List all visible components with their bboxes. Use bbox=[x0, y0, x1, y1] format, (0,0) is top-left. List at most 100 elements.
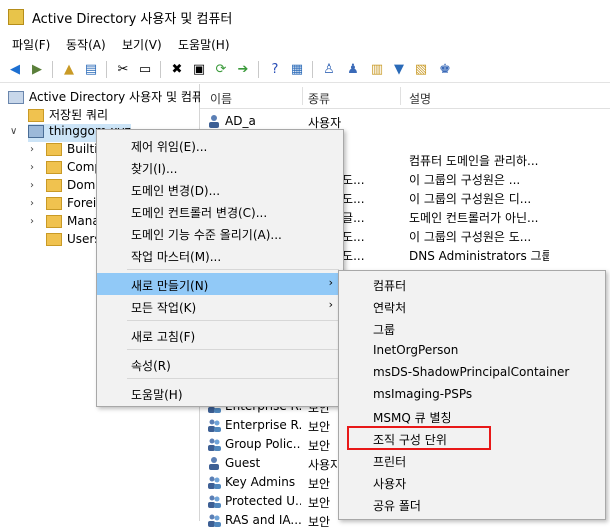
tree-item-managed[interactable]: Mana bbox=[46, 214, 100, 232]
tree-saved-queries[interactable]: 저장된 쿼리 bbox=[28, 106, 108, 124]
tree-root-label: Active Directory 사용자 및 컴퓨 bbox=[29, 90, 203, 104]
new-submenu: 컴퓨터 연락처 그룹 InetOrgPerson msDS-ShadowPrin… bbox=[338, 270, 606, 520]
toolbar-separator bbox=[258, 61, 259, 78]
row-name: RAS and IA... bbox=[225, 513, 301, 527]
chevron-down-icon[interactable]: ∨ bbox=[10, 126, 17, 137]
column-desc[interactable]: 설명 bbox=[409, 90, 431, 107]
row-name: AD_a bbox=[225, 114, 256, 128]
chevron-right-icon[interactable]: › bbox=[30, 180, 34, 191]
export-icon[interactable]: ➔ bbox=[234, 60, 252, 78]
submenu-item-group[interactable]: 그룹 bbox=[339, 317, 605, 339]
group-icon bbox=[207, 494, 222, 509]
filter-icon[interactable]: ▼ bbox=[390, 60, 408, 78]
new-user-icon[interactable]: ♙ bbox=[320, 60, 338, 78]
help-icon[interactable]: ? bbox=[266, 60, 284, 78]
submenu-item-msimaging[interactable]: msImaging-PSPs bbox=[339, 383, 605, 405]
row-name: Guest bbox=[225, 456, 261, 470]
window-title: Active Directory 사용자 및 컴퓨터 bbox=[32, 12, 233, 27]
menu-item-properties[interactable]: 속성(R) bbox=[97, 353, 343, 375]
submenu-item-contact[interactable]: 연락처 bbox=[339, 295, 605, 317]
toolbar-separator bbox=[52, 61, 53, 78]
toolbar-separator bbox=[160, 61, 161, 78]
console-tree-icon[interactable]: ▤ bbox=[82, 60, 100, 78]
details-icon[interactable]: ▦ bbox=[288, 60, 306, 78]
menu-item-new[interactable]: 새로 만들기(N) › bbox=[97, 273, 343, 295]
menu-item-find[interactable]: 찾기(I)... bbox=[97, 156, 343, 178]
new-ou-icon[interactable]: ▥ bbox=[368, 60, 386, 78]
tree-root[interactable]: Active Directory 사용자 및 컴퓨 bbox=[8, 88, 203, 106]
delete-icon[interactable]: ✖ bbox=[168, 60, 186, 78]
menu-item-help[interactable]: 도움말(H) bbox=[97, 382, 343, 404]
refresh-icon[interactable]: ⟳ bbox=[212, 60, 230, 78]
menu-item-operations-masters[interactable]: 작업 마스터(M)... bbox=[97, 244, 343, 266]
menu-item-delegate[interactable]: 제어 위임(E)... bbox=[97, 134, 343, 156]
menu-separator bbox=[127, 269, 339, 270]
chevron-right-icon[interactable]: › bbox=[30, 162, 34, 173]
row-description: 이 그룹의 구성원은 도... bbox=[409, 230, 532, 244]
menu-item-refresh[interactable]: 새로 고침(F) bbox=[97, 324, 343, 346]
column-name[interactable]: 이름 bbox=[210, 90, 232, 107]
submenu-item-msmq[interactable]: MSMQ 큐 별칭 bbox=[339, 405, 605, 427]
menu-item-change-domain[interactable]: 도메인 변경(D)... bbox=[97, 178, 343, 200]
column-separator[interactable] bbox=[400, 87, 401, 105]
add-to-group-icon[interactable]: ♚ bbox=[436, 60, 454, 78]
submenu-item-computer[interactable]: 컴퓨터 bbox=[339, 273, 605, 295]
toolbar: ◀ ▶ ▲ ▤ ✂ ▭ ✖ ▣ ⟳ ➔ ? ▦ ♙ ♟ ▥ ▼ ▧ ♚ bbox=[0, 56, 610, 83]
column-type[interactable]: 종류 bbox=[308, 90, 330, 107]
menu-item-label: InetOrgPerson bbox=[373, 343, 459, 357]
submenu-item-inetorgperson[interactable]: InetOrgPerson bbox=[339, 339, 605, 361]
tree-item-users[interactable]: Users bbox=[46, 232, 101, 250]
menu-view[interactable]: 보기(V) bbox=[122, 36, 162, 53]
chevron-right-icon[interactable]: › bbox=[30, 198, 34, 209]
group-icon bbox=[207, 475, 222, 490]
column-separator[interactable] bbox=[302, 87, 303, 105]
clipboard-icon[interactable]: ▭ bbox=[136, 60, 154, 78]
submenu-item-printer[interactable]: 프린터 bbox=[339, 449, 605, 471]
row-name: Enterprise R... bbox=[225, 418, 301, 432]
chevron-right-icon[interactable]: › bbox=[30, 216, 34, 227]
menu-item-label: 그룹 bbox=[373, 323, 396, 337]
domain-icon bbox=[28, 125, 44, 138]
submenu-arrow-icon: › bbox=[328, 298, 333, 311]
menu-item-label: 공유 폴더 bbox=[373, 499, 421, 513]
submenu-item-shared-folder[interactable]: 공유 폴더 bbox=[339, 493, 605, 515]
forward-arrow-icon[interactable]: ▶ bbox=[28, 60, 46, 78]
folder-icon bbox=[46, 197, 62, 210]
menu-item-all-tasks[interactable]: 모든 작업(K) › bbox=[97, 295, 343, 317]
menu-file[interactable]: 파일(F) bbox=[12, 36, 50, 53]
user-icon bbox=[207, 114, 222, 129]
menu-item-raise-level[interactable]: 도메인 기능 수준 올리기(A)... bbox=[97, 222, 343, 244]
tree-item-computers[interactable]: Comp bbox=[46, 160, 102, 178]
submenu-item-user[interactable]: 사용자 bbox=[339, 471, 605, 493]
menu-action[interactable]: 동작(A) bbox=[66, 36, 106, 53]
toolbar-separator bbox=[106, 61, 107, 78]
tree-item-domain-controllers[interactable]: Doma bbox=[46, 178, 103, 196]
back-arrow-icon[interactable]: ◀ bbox=[6, 60, 24, 78]
properties-icon[interactable]: ▣ bbox=[190, 60, 208, 78]
menu-item-label: 컴퓨터 bbox=[373, 279, 407, 293]
menu-item-label: 도메인 컨트롤러 변경(C)... bbox=[131, 206, 268, 220]
group-icon bbox=[207, 437, 222, 452]
menu-help[interactable]: 도움말(H) bbox=[178, 36, 230, 53]
menu-item-label: 도메인 변경(D)... bbox=[131, 184, 221, 198]
menu-bar: 파일(F) 동작(A) 보기(V) 도움말(H) bbox=[0, 33, 610, 53]
menu-item-label: 모든 작업(K) bbox=[131, 301, 197, 315]
menu-item-label: 연락처 bbox=[373, 301, 407, 315]
menu-separator bbox=[127, 349, 339, 350]
menu-separator bbox=[127, 378, 339, 379]
chevron-right-icon[interactable]: › bbox=[30, 144, 34, 155]
submenu-item-msds-shadow[interactable]: msDS-ShadowPrincipalContainer bbox=[339, 361, 605, 383]
cut-icon[interactable]: ✂ bbox=[114, 60, 132, 78]
folder-icon bbox=[46, 233, 62, 246]
menu-item-label: MSMQ 큐 별칭 bbox=[373, 411, 452, 425]
find-icon[interactable]: ▧ bbox=[412, 60, 430, 78]
new-group-icon[interactable]: ♟ bbox=[344, 60, 362, 78]
row-name: Protected U... bbox=[225, 494, 301, 508]
menu-item-label: 새로 고침(F) bbox=[131, 330, 196, 344]
up-folder-icon[interactable]: ▲ bbox=[60, 60, 78, 78]
submenu-arrow-icon: › bbox=[328, 276, 333, 289]
folder-icon bbox=[46, 143, 62, 156]
menu-item-change-dc[interactable]: 도메인 컨트롤러 변경(C)... bbox=[97, 200, 343, 222]
row-name: Group Polic... bbox=[225, 437, 301, 451]
row-description: 도메인 컨트롤러가 아닌... bbox=[409, 211, 539, 225]
